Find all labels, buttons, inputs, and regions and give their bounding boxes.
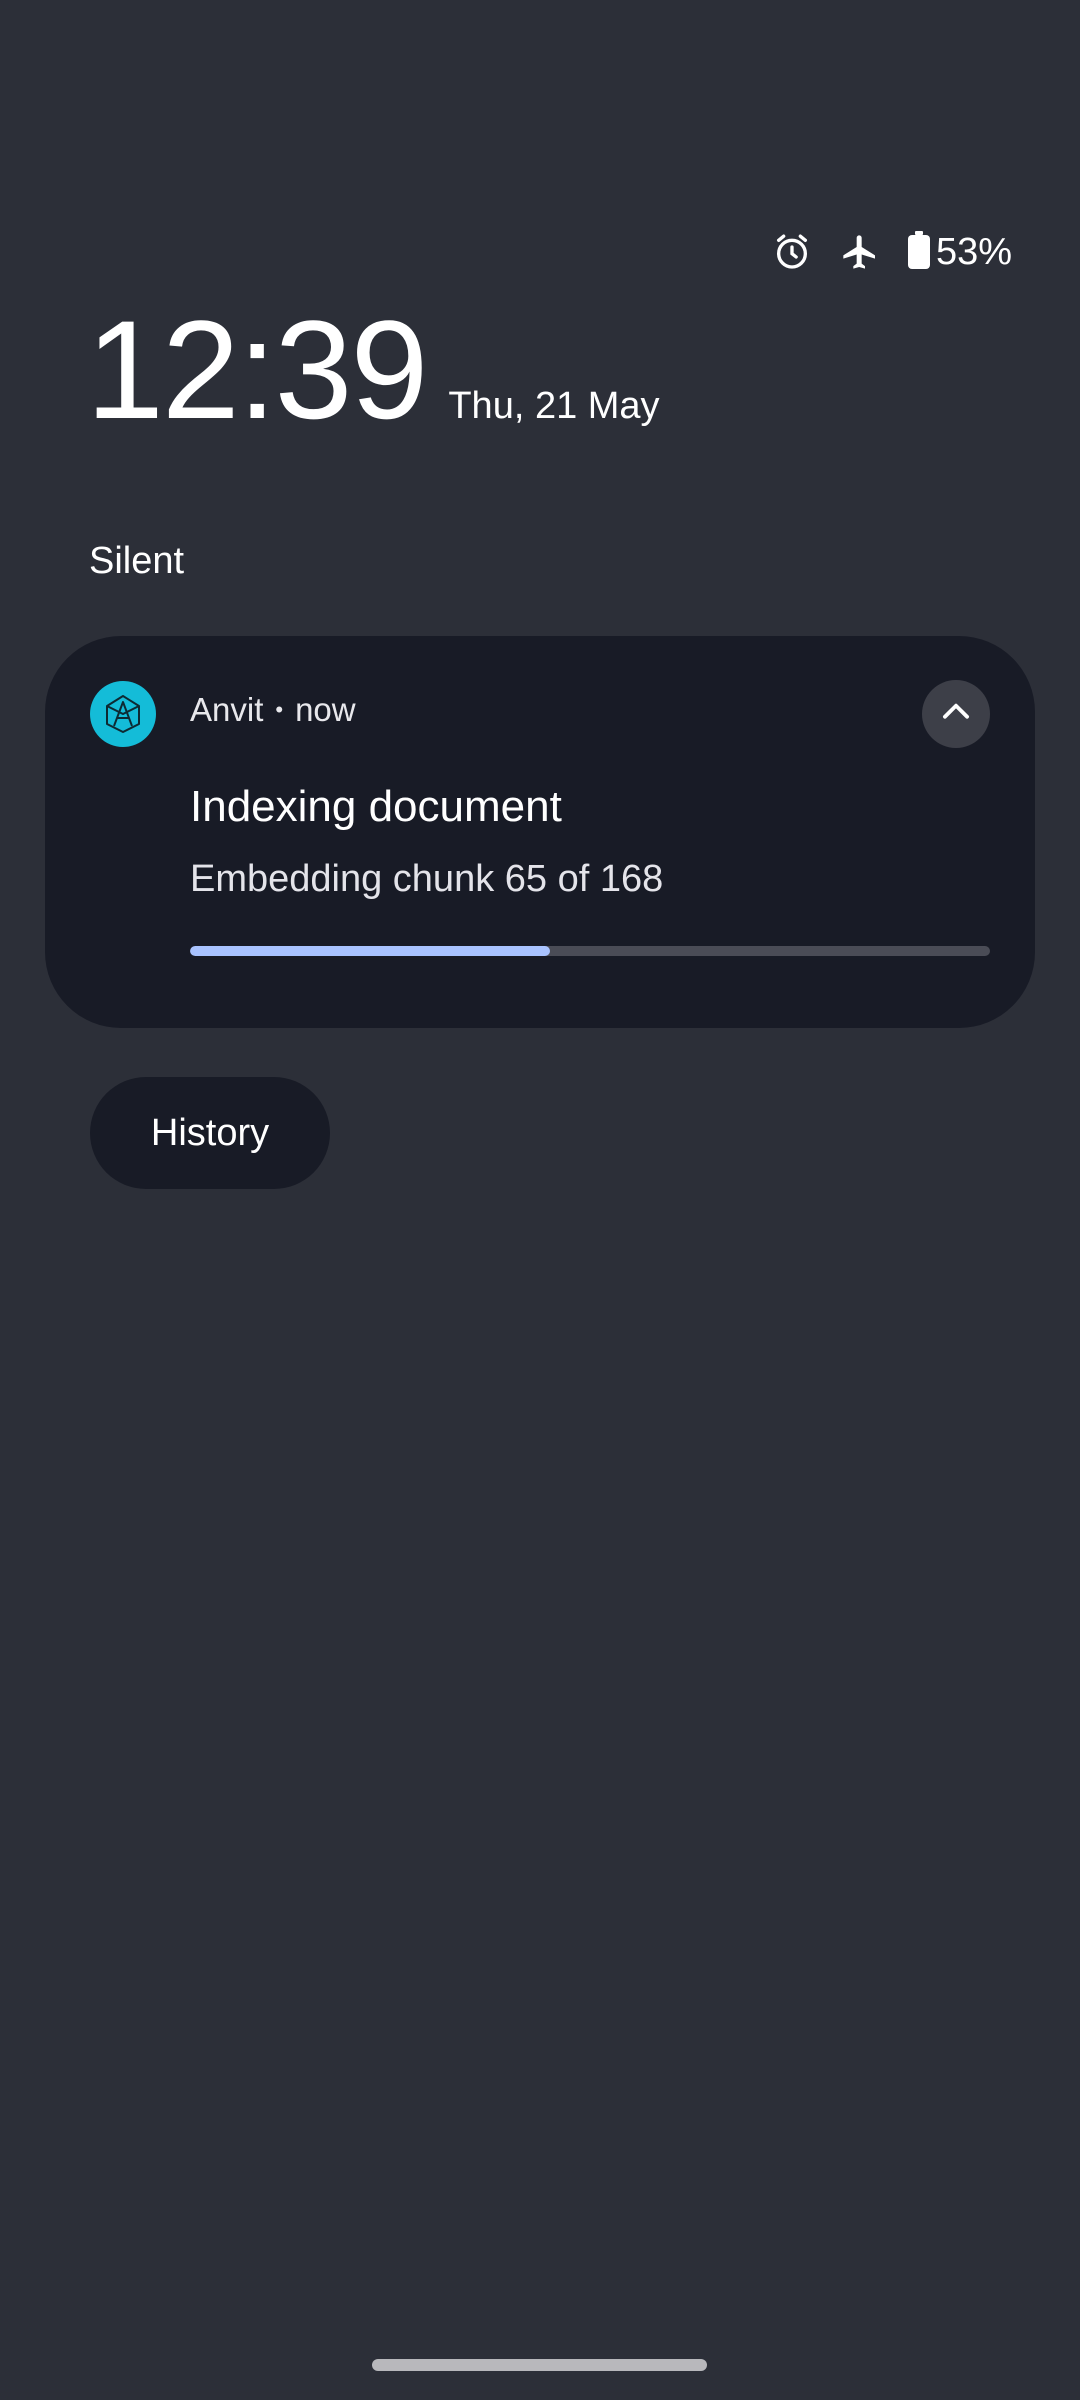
airplane-mode-icon (840, 232, 880, 272)
notification-timestamp: now (295, 691, 356, 728)
lockscreen-clock-row: 12:39 Thu, 21 May (86, 300, 660, 440)
anvit-app-icon (90, 681, 156, 747)
notification-header: Anvit • now (190, 691, 356, 729)
clock-date: Thu, 21 May (448, 385, 660, 427)
battery-percent: 53% (935, 230, 1012, 273)
section-label-silent: Silent (89, 540, 185, 582)
chevron-up-icon (937, 693, 975, 736)
notification-app-name: Anvit (190, 691, 264, 728)
notification-text: Embedding chunk 65 of 168 (190, 858, 664, 900)
progress-bar-fill (190, 946, 550, 956)
battery-icon (907, 230, 930, 274)
progress-bar (190, 946, 990, 956)
alarm-icon (772, 232, 812, 272)
header-separator: • (275, 697, 284, 722)
gesture-navigation-bar[interactable] (372, 2359, 707, 2371)
history-button[interactable]: History (90, 1077, 330, 1189)
notification-title: Indexing document (190, 782, 562, 831)
status-bar-icons: 53% (772, 228, 1012, 276)
notification-card[interactable]: Anvit • now Indexing document Embedding … (45, 636, 1035, 1028)
clock-time: 12:39 (86, 291, 428, 448)
battery-indicator: 53% (907, 230, 1012, 274)
collapse-notification-button[interactable] (922, 680, 990, 748)
